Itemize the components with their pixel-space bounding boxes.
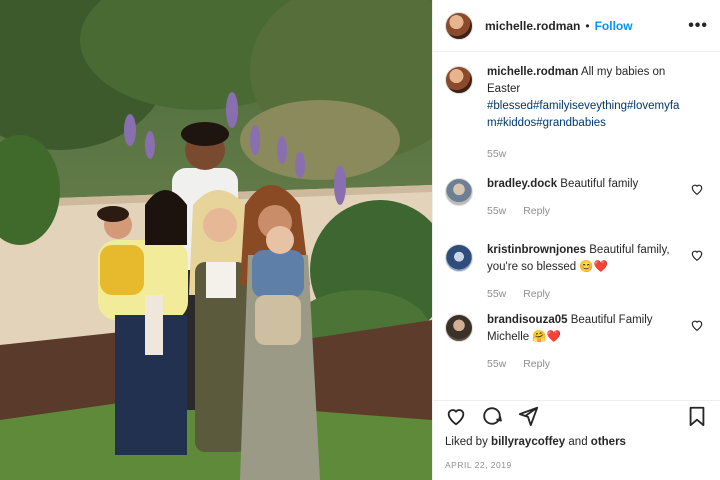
comments-list: michelle.rodman All my babies on Easter …	[433, 64, 720, 382]
comment-text: Beautiful family	[560, 178, 639, 190]
comment-meta: 55w Reply	[487, 203, 687, 220]
comment-username[interactable]: bradley.dock	[487, 178, 557, 190]
liked-others[interactable]: others	[591, 436, 626, 448]
heart-icon[interactable]	[690, 318, 704, 332]
bookmark-icon[interactable]	[686, 405, 708, 427]
caption-age: 55w	[487, 148, 507, 160]
comment-username[interactable]: kristinbrownjones	[487, 244, 586, 256]
like-heart-icon[interactable]	[445, 405, 467, 427]
comment-meta: 55w Reply	[487, 356, 687, 373]
liked-prefix: Liked by	[445, 436, 488, 448]
likes-summary: Liked by billyraycoffey and others	[445, 436, 626, 448]
post-actions	[433, 400, 720, 430]
post-side-panel: michelle.rodman • Follow ••• michelle.ro…	[432, 0, 720, 480]
comment-meta: 55w Reply	[487, 286, 687, 303]
caption-meta: 55w	[487, 146, 687, 163]
reply-button[interactable]: Reply	[523, 205, 550, 217]
comment-age: 55w	[487, 358, 507, 370]
comment-item: kristinbrownjones Beautiful family, you'…	[433, 242, 720, 312]
reply-button[interactable]: Reply	[523, 288, 550, 300]
header-separator: •	[585, 18, 590, 33]
heart-icon[interactable]	[690, 248, 704, 262]
commenter-avatar[interactable]	[445, 244, 473, 272]
caption-username[interactable]: michelle.rodman	[487, 66, 578, 78]
reply-button[interactable]: Reply	[523, 358, 550, 370]
family-photo-illustration	[0, 0, 432, 480]
comment-age: 55w	[487, 205, 507, 217]
liked-and: and	[568, 436, 588, 448]
follow-button[interactable]: Follow	[595, 19, 633, 33]
commenter-avatar[interactable]	[445, 314, 473, 342]
post-header: michelle.rodman • Follow •••	[433, 0, 720, 52]
author-avatar[interactable]	[445, 11, 473, 40]
more-icon[interactable]: •••	[688, 17, 708, 35]
author-username[interactable]: michelle.rodman	[485, 19, 580, 33]
commenter-avatar[interactable]	[445, 178, 473, 206]
post-date: APRIL 22, 2019	[445, 460, 512, 470]
comment-username[interactable]: brandisouza05	[487, 314, 568, 326]
caption-hashtags[interactable]: #blessed#familyiseveything#lovemyfam#kid…	[487, 98, 687, 132]
heart-icon[interactable]	[690, 182, 704, 196]
comment-item: brandisouza05 Beautiful Family Michelle …	[433, 312, 720, 382]
post-photo[interactable]	[0, 0, 432, 480]
comment-age: 55w	[487, 288, 507, 300]
liked-user[interactable]: billyraycoffey	[491, 436, 565, 448]
comment-item: bradley.dock Beautiful family 55w Reply	[433, 176, 720, 242]
caption: michelle.rodman All my babies on Easter …	[433, 64, 720, 176]
share-icon[interactable]	[517, 405, 539, 427]
caption-author-avatar[interactable]	[445, 66, 473, 94]
comment-icon[interactable]	[481, 405, 503, 427]
